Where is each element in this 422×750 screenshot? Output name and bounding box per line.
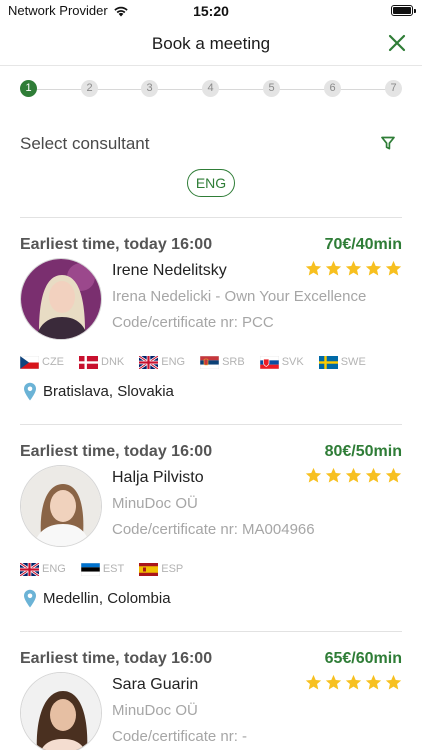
flag-gbr-icon: [20, 562, 39, 576]
language-code: EST: [102, 563, 125, 575]
price: 80€/50min: [324, 443, 402, 460]
step-2: 2: [81, 80, 98, 97]
avatar: [20, 258, 102, 340]
language-code: DNK: [101, 356, 125, 368]
earliest-time: Earliest time, today 16:00: [20, 650, 213, 667]
status-time: 15:20: [193, 3, 229, 19]
star-icon: [325, 674, 342, 690]
select-consultant-label: Select consultant: [20, 134, 150, 153]
rating-stars: [305, 467, 402, 484]
step-3: 3: [141, 80, 158, 97]
star-icon: [325, 260, 342, 276]
page-title: Book a meeting: [151, 34, 271, 53]
consultant-name: Sara Guarin: [112, 676, 199, 693]
language-swe: SWE: [318, 355, 366, 369]
language-est: EST: [80, 562, 125, 576]
flag-est-icon: [80, 562, 100, 576]
star-icon: [305, 674, 322, 690]
consultant-card[interactable]: Earliest time, today 16:00 70€/40min Ire…: [20, 236, 402, 442]
language-code: SRB: [222, 356, 245, 368]
divider: [20, 217, 402, 218]
star-icon: [365, 260, 382, 276]
price: 70€/40min: [324, 236, 402, 253]
star-icon: [385, 467, 402, 483]
rating-stars: [305, 260, 402, 277]
location: Bratislava, Slovakia: [23, 382, 174, 401]
star-icon: [325, 467, 342, 483]
certificate: Code/certificate nr: PCC: [112, 314, 274, 331]
close-icon[interactable]: [386, 32, 408, 54]
language-srb: SRB: [200, 355, 245, 369]
location-pin-icon: [24, 589, 36, 608]
rating-stars: [305, 674, 402, 691]
flag-esp-icon: [139, 562, 159, 576]
language-code: ESP: [161, 563, 184, 575]
flag-svk-icon: [259, 355, 279, 369]
earliest-time: Earliest time, today 16:00: [20, 443, 213, 460]
consultant-name: Irene Nedelitsky: [112, 262, 227, 279]
earliest-time: Earliest time, today 16:00: [20, 236, 213, 253]
location-pin-icon: [24, 382, 36, 401]
flag-cze-icon: [20, 355, 39, 369]
star-icon: [385, 260, 402, 276]
language-code: SVK: [281, 356, 304, 368]
language-code: ENG: [161, 356, 186, 368]
consultant-card[interactable]: Earliest time, today 16:00 65€/60min Sar…: [20, 650, 402, 750]
star-icon: [365, 467, 382, 483]
flag-gbr-icon: [139, 355, 159, 369]
company-name: MinuDoc OÜ: [112, 702, 198, 719]
flag-swe-icon: [318, 355, 338, 369]
language-code: SWE: [340, 356, 366, 368]
language-esp: ESP: [139, 562, 184, 576]
location: Medellin, Colombia: [23, 589, 171, 608]
location-text: Bratislava, Slovakia: [43, 383, 174, 400]
language-list: CZE DNK ENG SRB SVK SWE: [20, 354, 381, 370]
step-5: 5: [263, 80, 280, 97]
language-dnk: DNK: [79, 355, 125, 369]
consultant-card[interactable]: Earliest time, today 16:00 80€/50min Hal…: [20, 443, 402, 649]
consultant-name: Halja Pilvisto: [112, 469, 204, 486]
certificate: Code/certificate nr: -: [112, 728, 248, 745]
step-4: 4: [202, 80, 219, 97]
flag-srb-icon: [200, 355, 220, 369]
status-bar: Network Provider 15:20: [0, 0, 422, 22]
progress-stepper: 1 2 3 4 5 6 7: [20, 80, 402, 98]
divider: [20, 424, 402, 425]
filter-icon[interactable]: [380, 135, 396, 151]
language-cze: CZE: [20, 355, 64, 369]
select-consultant-row: Select consultant: [20, 132, 402, 156]
language-filter-chip[interactable]: ENG: [187, 169, 235, 197]
company-name: Irena Nedelicki - Own Your Excellence: [112, 288, 367, 305]
language-list: ENG EST ESP: [20, 561, 198, 577]
company-name: MinuDoc OÜ: [112, 495, 198, 512]
divider: [20, 631, 402, 632]
location-text: Medellin, Colombia: [43, 590, 171, 607]
star-icon: [305, 260, 322, 276]
avatar: [20, 672, 102, 750]
star-icon: [345, 674, 362, 690]
star-icon: [305, 467, 322, 483]
certificate: Code/certificate nr: MA004966: [112, 521, 315, 538]
flag-dnk-icon: [79, 355, 98, 369]
language-eng: ENG: [139, 355, 186, 369]
star-icon: [385, 674, 402, 690]
star-icon: [365, 674, 382, 690]
battery-icon: [391, 5, 416, 16]
step-6: 6: [324, 80, 341, 97]
header: Book a meeting: [0, 22, 422, 66]
language-code: CZE: [42, 356, 64, 368]
avatar: [20, 465, 102, 547]
step-1: 1: [20, 80, 37, 97]
language-svk: SVK: [259, 355, 304, 369]
language-eng: ENG: [20, 562, 66, 576]
language-code: ENG: [42, 563, 66, 575]
star-icon: [345, 260, 362, 276]
star-icon: [345, 467, 362, 483]
price: 65€/60min: [324, 650, 402, 667]
step-7: 7: [385, 80, 402, 97]
